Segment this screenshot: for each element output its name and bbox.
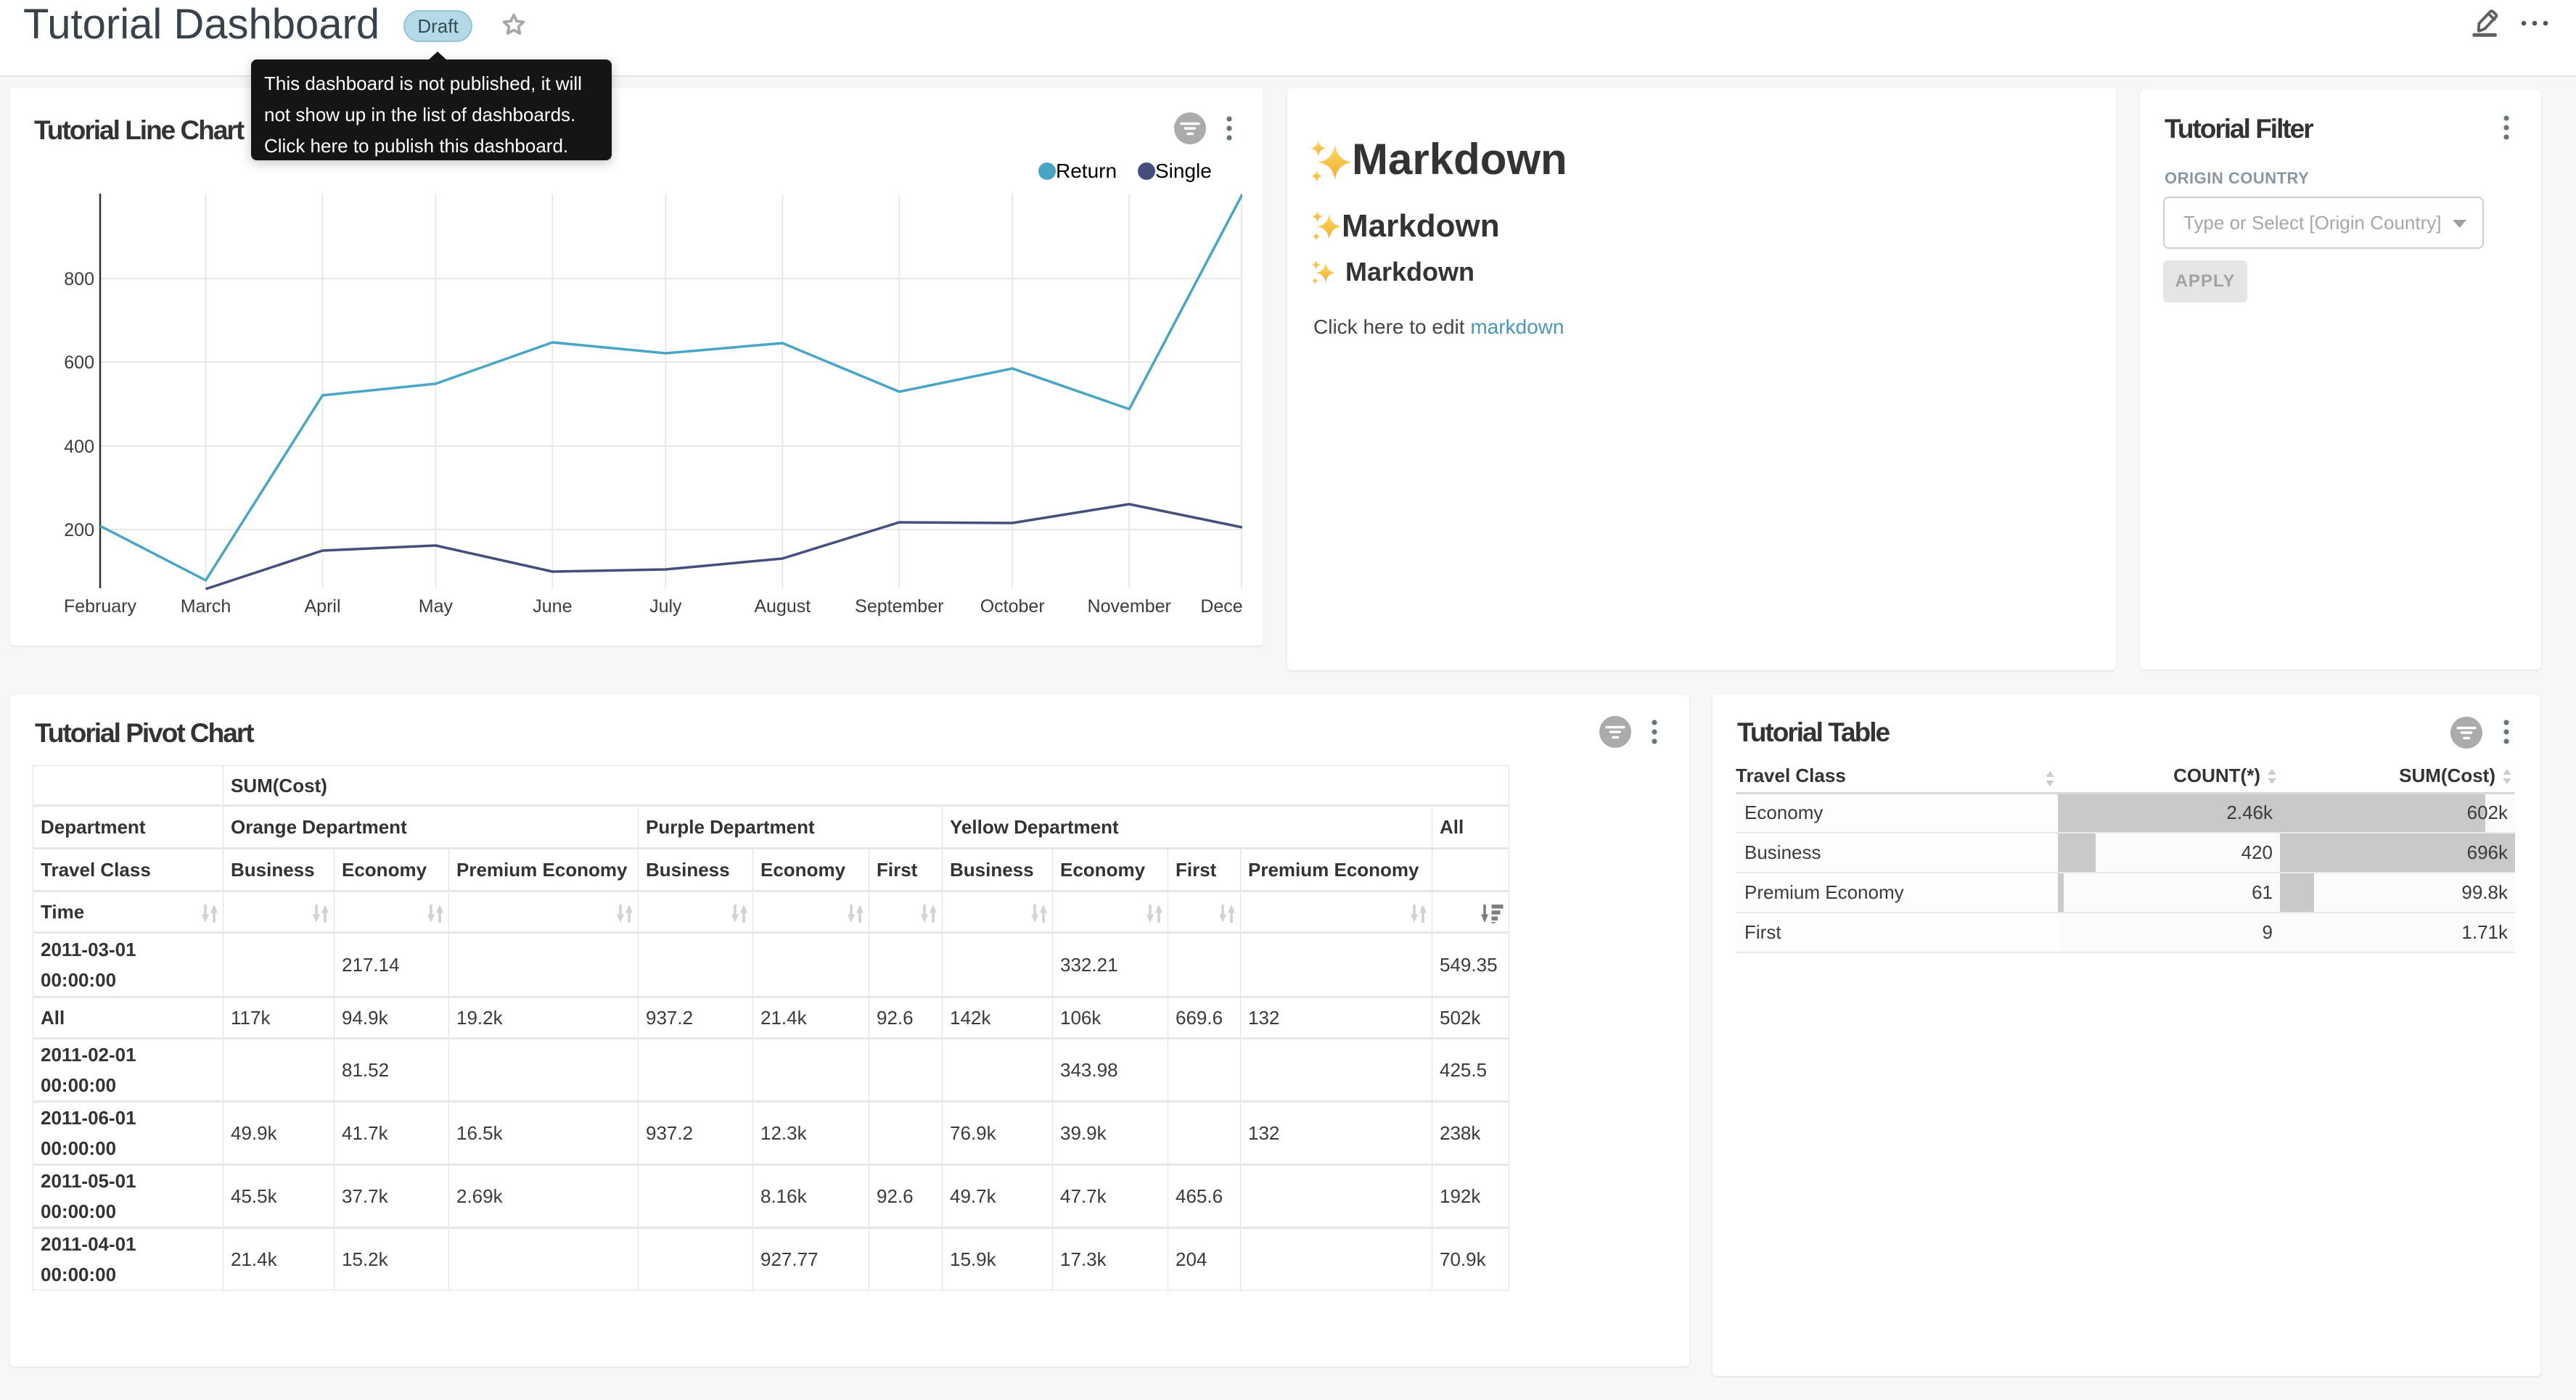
svg-text:September: September [855,596,943,617]
svg-text:200: 200 [64,520,94,540]
svg-text:March: March [181,596,231,617]
svg-text:August: August [754,596,811,617]
svg-text:November: November [1088,596,1171,617]
svg-text:October: October [980,596,1045,617]
svg-text:May: May [419,596,454,617]
svg-text:February: February [64,596,137,617]
svg-text:April: April [304,596,340,617]
svg-text:December: December [1200,596,1242,617]
svg-text:600: 600 [64,353,94,373]
svg-text:July: July [649,596,682,617]
svg-text:400: 400 [64,437,94,457]
svg-text:800: 800 [64,269,94,289]
svg-text:June: June [533,596,572,617]
